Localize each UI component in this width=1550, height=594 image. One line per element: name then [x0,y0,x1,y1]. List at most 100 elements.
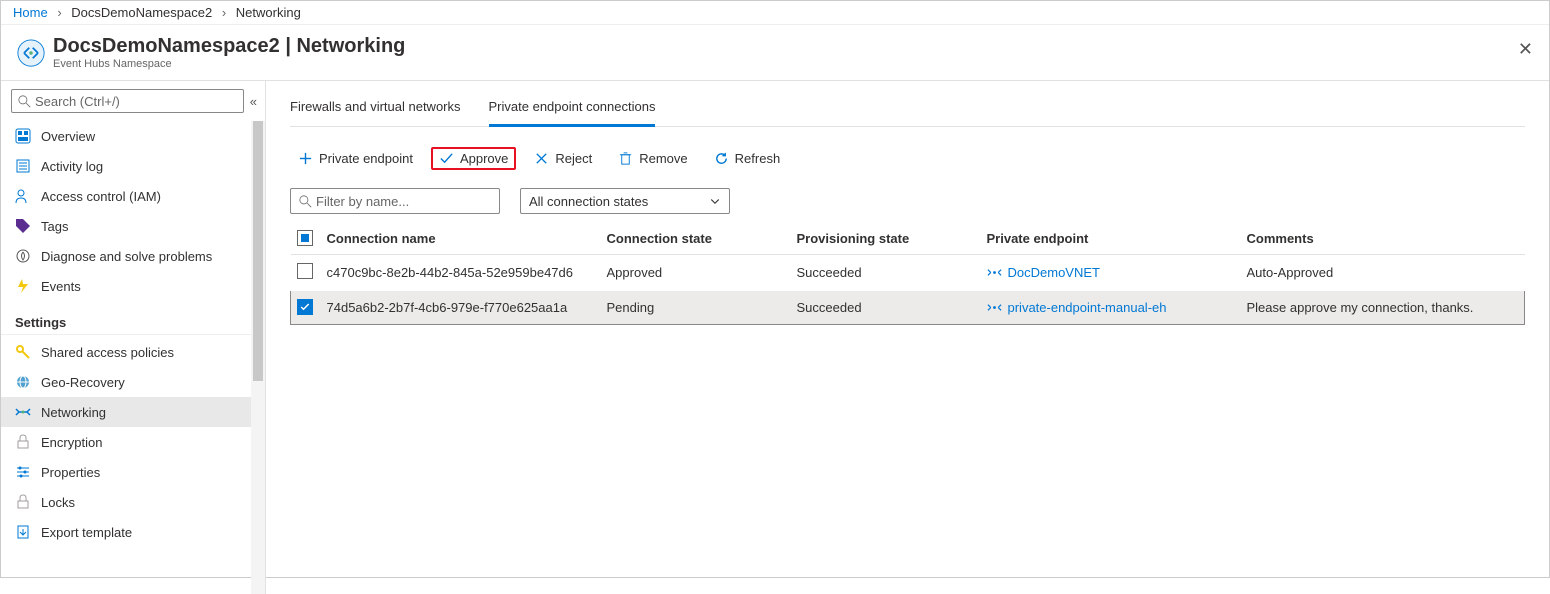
col-provisioning-state[interactable]: Provisioning state [791,222,981,255]
search-icon [18,95,31,108]
cell-connection-name: c470c9bc-8e2b-44b2-845a-52e959be47d6 [321,255,601,291]
sidebar-item-overview[interactable]: Overview [1,121,263,151]
cell-provisioning-state: Succeeded [791,255,981,291]
filter-connection-state-select[interactable]: All connection states [520,188,730,214]
activity-log-icon [15,158,31,174]
add-private-endpoint-button[interactable]: Private endpoint [290,147,421,170]
chevron-right-icon: › [222,5,226,20]
sidebar-item-diagnose[interactable]: Diagnose and solve problems [1,241,263,271]
refresh-icon [714,151,729,166]
export-icon [15,524,31,540]
event-hubs-icon [17,39,45,67]
cell-connection-state: Approved [601,255,791,291]
breadcrumb: Home › DocsDemoNamespace2 › Networking [1,1,1549,25]
toolbar-label: Reject [555,151,592,166]
search-icon [299,195,312,208]
sidebar-item-label: Geo-Recovery [41,375,125,390]
remove-button[interactable]: Remove [610,147,695,170]
breadcrumb-item[interactable]: DocsDemoNamespace2 [71,5,212,20]
table-row[interactable]: c470c9bc-8e2b-44b2-845a-52e959be47d6 App… [291,255,1525,291]
networking-icon [15,404,31,420]
col-connection-name[interactable]: Connection name [321,222,601,255]
events-icon [15,278,31,294]
x-icon [534,151,549,166]
sidebar-item-label: Shared access policies [41,345,174,360]
row-checkbox[interactable] [297,263,313,279]
trash-icon [618,151,633,166]
cell-comments: Please approve my connection, thanks. [1241,291,1525,325]
sidebar-item-geo-recovery[interactable]: Geo-Recovery [1,367,263,397]
cell-connection-state: Pending [601,291,791,325]
sidebar-item-label: Networking [41,405,106,420]
chevron-down-icon [709,195,721,207]
sidebar-item-networking[interactable]: Networking [1,397,263,427]
private-endpoint-link[interactable]: DocDemoVNET [987,265,1235,280]
endpoint-icon [987,265,1002,280]
refresh-button[interactable]: Refresh [706,147,789,170]
sidebar-item-events[interactable]: Events [1,271,263,301]
private-endpoint-link[interactable]: private-endpoint-manual-eh [987,300,1235,315]
sidebar-item-access-control[interactable]: Access control (IAM) [1,181,263,211]
row-checkbox[interactable] [297,299,313,315]
main-content: Firewalls and virtual networks Private e… [266,81,1549,594]
tab-private-endpoint[interactable]: Private endpoint connections [489,93,656,127]
key-icon [15,344,31,360]
chevron-right-icon: › [57,5,61,20]
sidebar-item-locks[interactable]: Locks [1,487,263,517]
lock-icon [15,494,31,510]
sidebar-item-activity-log[interactable]: Activity log [1,151,263,181]
col-connection-state[interactable]: Connection state [601,222,791,255]
sidebar-item-label: Access control (IAM) [41,189,161,204]
sidebar-item-encryption[interactable]: Encryption [1,427,263,457]
toolbar: Private endpoint Approve Reject Remove R… [290,147,1525,170]
filter-select-value: All connection states [529,194,648,209]
lock-icon [15,434,31,450]
search-placeholder: Search (Ctrl+/) [35,94,120,109]
toolbar-label: Approve [460,151,508,166]
scrollbar[interactable] [251,121,265,594]
sidebar-item-shared-access[interactable]: Shared access policies [1,337,263,367]
access-control-icon [15,188,31,204]
breadcrumb-home[interactable]: Home [13,5,48,20]
col-private-endpoint[interactable]: Private endpoint [981,222,1241,255]
search-input[interactable]: Search (Ctrl+/) [11,89,244,113]
collapse-sidebar-icon[interactable]: « [250,94,257,109]
plus-icon [298,151,313,166]
overview-icon [15,128,31,144]
page-title: DocsDemoNamespace2 | Networking [53,35,405,58]
reject-button[interactable]: Reject [526,147,600,170]
col-comments[interactable]: Comments [1241,222,1525,255]
page-header: DocsDemoNamespace2 | Networking Event Hu… [1,25,1549,80]
close-icon[interactable]: ✕ [1518,39,1533,60]
table-row[interactable]: 74d5a6b2-2b7f-4cb6-979e-f770e625aa1a Pen… [291,291,1525,325]
sidebar-item-label: Activity log [41,159,103,174]
sidebar-item-label: Export template [41,525,132,540]
breadcrumb-item: Networking [236,5,301,20]
tags-icon [15,218,31,234]
globe-icon [15,374,31,390]
toolbar-label: Private endpoint [319,151,413,166]
filter-placeholder: Filter by name... [316,194,409,209]
sidebar-item-properties[interactable]: Properties [1,457,263,487]
sidebar-item-label: Encryption [41,435,102,450]
sidebar: Search (Ctrl+/) « Overview Activity log … [1,81,266,594]
cell-connection-name: 74d5a6b2-2b7f-4cb6-979e-f770e625aa1a [321,291,601,325]
toolbar-label: Remove [639,151,687,166]
filter-by-name-input[interactable]: Filter by name... [290,188,500,214]
select-all-checkbox[interactable] [297,230,313,246]
cell-provisioning-state: Succeeded [791,291,981,325]
sidebar-item-label: Tags [41,219,68,234]
tab-firewalls[interactable]: Firewalls and virtual networks [290,93,461,126]
connections-table: Connection name Connection state Provisi… [290,222,1525,325]
tabs: Firewalls and virtual networks Private e… [290,93,1525,127]
diagnose-icon [15,248,31,264]
toolbar-label: Refresh [735,151,781,166]
approve-button[interactable]: Approve [431,147,516,170]
check-icon [439,151,454,166]
page-subtitle: Event Hubs Namespace [53,58,405,70]
sidebar-item-label: Locks [41,495,75,510]
sidebar-item-label: Events [41,279,81,294]
sidebar-item-label: Overview [41,129,95,144]
sidebar-item-tags[interactable]: Tags [1,211,263,241]
sidebar-item-export-template[interactable]: Export template [1,517,263,547]
